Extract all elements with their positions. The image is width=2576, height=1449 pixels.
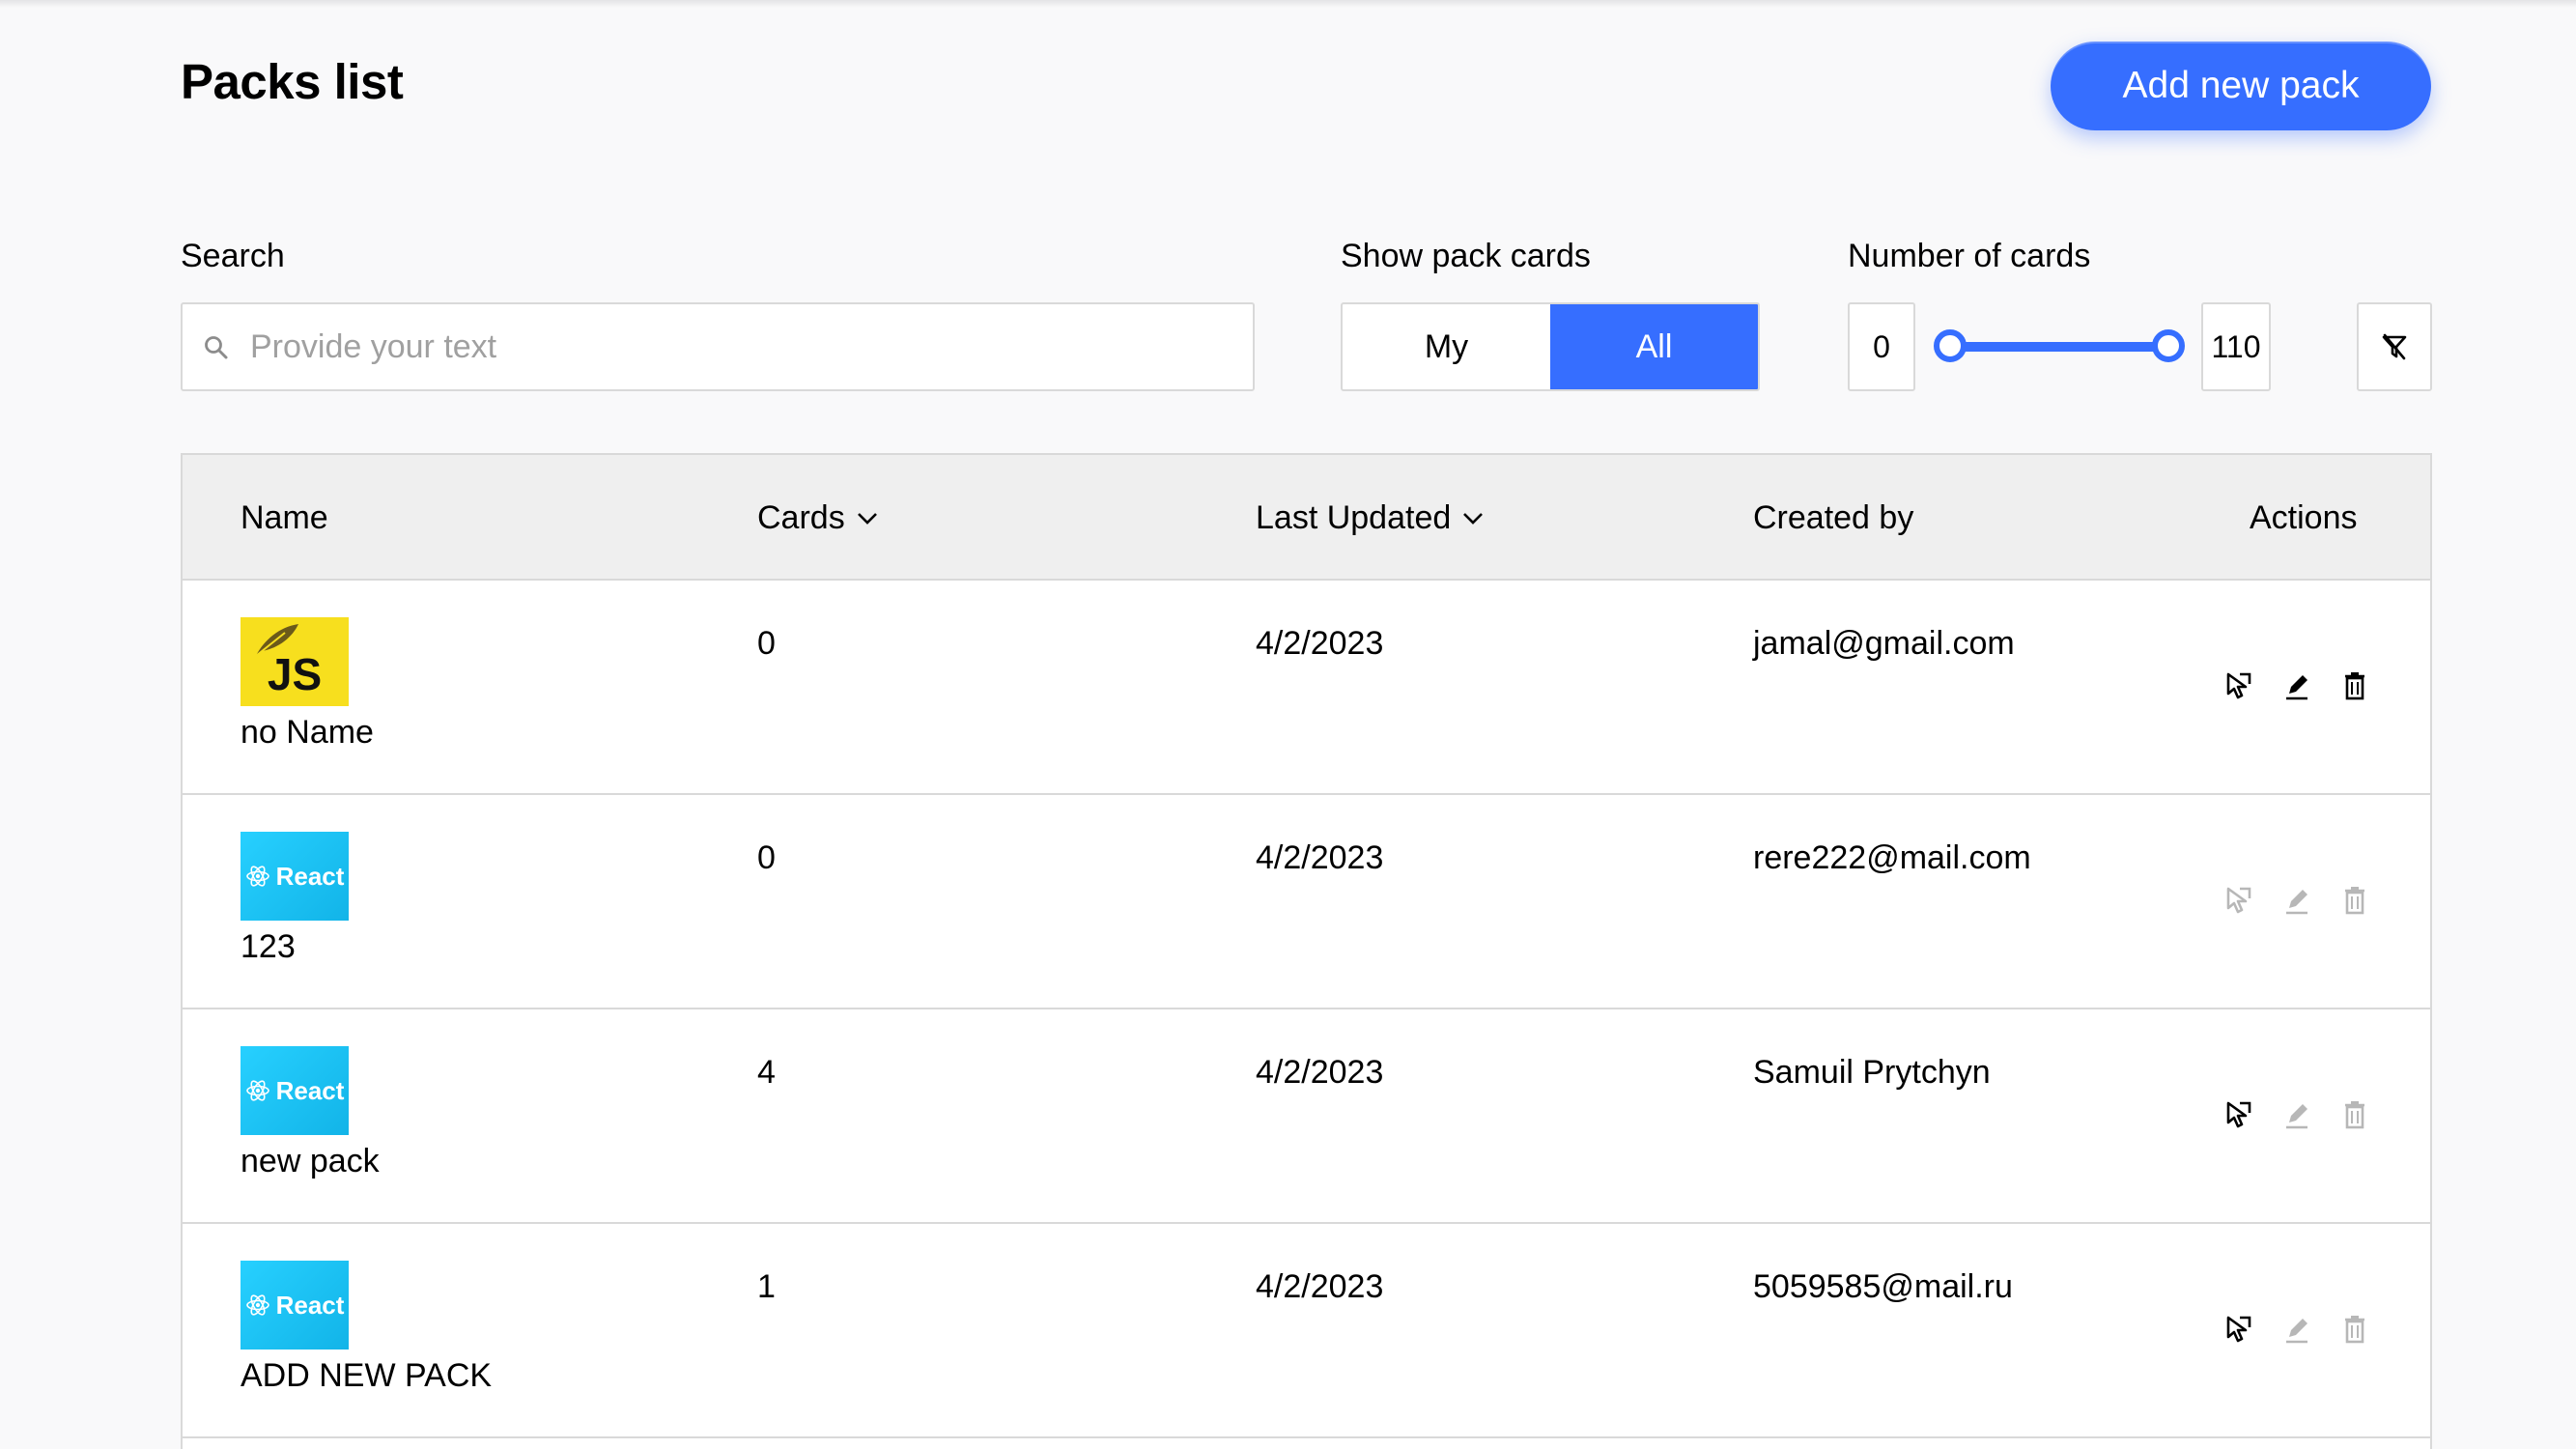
cards-count: 0 xyxy=(757,839,776,876)
react-logo-icon xyxy=(245,1080,269,1101)
learn-button[interactable] xyxy=(2222,668,2255,704)
chevron-down-icon xyxy=(857,512,877,525)
last-updated: 4/2/2023 xyxy=(1256,1054,1384,1091)
column-cards-label: Cards xyxy=(757,499,845,536)
column-created-label: Created by xyxy=(1753,499,1914,536)
learn-icon xyxy=(2226,1316,2251,1343)
learn-button[interactable] xyxy=(2222,882,2255,919)
table-header: Name Cards Last Updated Created by Actio… xyxy=(183,455,2430,581)
cover-text: React xyxy=(275,1290,345,1320)
pencil-icon xyxy=(2286,1104,2307,1129)
show-pack-cards-label: Show pack cards xyxy=(1341,238,1591,274)
pencil-icon xyxy=(2286,890,2307,915)
cover-text: React xyxy=(275,1075,345,1105)
delete-button[interactable] xyxy=(2338,1311,2371,1348)
search-input[interactable] xyxy=(250,306,1235,387)
row-actions xyxy=(2222,668,2371,704)
search-icon xyxy=(205,336,228,359)
slider-track xyxy=(1949,342,2169,352)
pack-name[interactable]: no Name xyxy=(241,714,374,752)
delete-button[interactable] xyxy=(2338,668,2371,704)
cards-count: 4 xyxy=(757,1054,776,1091)
packs-table: Name Cards Last Updated Created by Actio… xyxy=(181,453,2432,1449)
column-actions-label: Actions xyxy=(2250,499,2358,536)
pencil-icon xyxy=(2286,675,2307,700)
row-actions xyxy=(2222,882,2371,919)
pencil-icon xyxy=(2286,1319,2307,1344)
top-shadow xyxy=(0,0,2576,8)
column-cards[interactable]: Cards xyxy=(757,499,878,537)
table-row[interactable]: JS no Name 0 4/2/2023 jamal@gmail.com xyxy=(183,581,2430,795)
edit-button[interactable] xyxy=(2280,882,2313,919)
edit-button[interactable] xyxy=(2280,668,2313,704)
cards-count: 0 xyxy=(757,625,776,662)
learn-button[interactable] xyxy=(2222,1311,2255,1348)
cards-min-value[interactable]: 0 xyxy=(1848,302,1915,391)
row-actions xyxy=(2222,1096,2371,1133)
table-row[interactable]: React 123 0 4/2/2023 rere222@mail.com xyxy=(183,795,2430,1009)
search-field[interactable] xyxy=(181,302,1255,391)
pack-cover-react: React xyxy=(241,1046,349,1135)
created-by: rere222@mail.com xyxy=(1753,839,2031,876)
slider-max-handle[interactable] xyxy=(2152,329,2185,362)
delete-button[interactable] xyxy=(2338,882,2371,919)
learn-icon xyxy=(2226,672,2251,699)
pack-cover-react: React xyxy=(241,1261,349,1350)
last-updated: 4/2/2023 xyxy=(1256,625,1384,662)
cards-count: 1 xyxy=(757,1268,776,1305)
chevron-down-icon xyxy=(1463,512,1484,525)
learn-icon xyxy=(2226,1101,2251,1128)
table-row[interactable]: React ADD NEW PACK 1 4/2/2023 5059585@ma… xyxy=(183,1224,2430,1438)
created-by: jamal@gmail.com xyxy=(1753,625,2015,662)
column-actions: Actions xyxy=(2250,499,2358,537)
trash-icon xyxy=(2345,672,2364,700)
cards-range-slider[interactable] xyxy=(1934,327,2185,371)
edit-button[interactable] xyxy=(2280,1096,2313,1133)
pack-name[interactable]: 123 xyxy=(241,928,296,966)
cover-text: React xyxy=(275,861,345,891)
react-logo-icon xyxy=(245,1294,269,1316)
filter-off-icon xyxy=(2382,333,2407,360)
trash-icon xyxy=(2345,1316,2364,1344)
page-title: Packs list xyxy=(181,54,404,109)
add-new-pack-button[interactable]: Add new pack xyxy=(2051,42,2431,130)
column-last-updated[interactable]: Last Updated xyxy=(1256,499,1484,537)
react-logo-icon xyxy=(245,866,269,887)
trash-icon xyxy=(2345,887,2364,915)
last-updated: 4/2/2023 xyxy=(1256,1268,1384,1305)
learn-icon xyxy=(2226,887,2251,914)
table-row[interactable]: React new pack 4 4/2/2023 Samuil Prytchy… xyxy=(183,1009,2430,1224)
toggle-my-button[interactable]: My xyxy=(1343,304,1550,389)
pack-cover-js: JS xyxy=(241,617,349,706)
pack-name[interactable]: new pack xyxy=(241,1143,380,1180)
last-updated: 4/2/2023 xyxy=(1256,839,1384,876)
toggle-all-button[interactable]: All xyxy=(1550,304,1758,389)
delete-button[interactable] xyxy=(2338,1096,2371,1133)
pack-cover-react: React xyxy=(241,832,349,921)
column-name: Name xyxy=(241,499,328,537)
reset-filters-button[interactable] xyxy=(2357,302,2432,391)
created-by: 5059585@mail.ru xyxy=(1753,1268,2013,1305)
pack-name[interactable]: ADD NEW PACK xyxy=(241,1357,492,1395)
trash-icon xyxy=(2345,1101,2364,1129)
learn-button[interactable] xyxy=(2222,1096,2255,1133)
search-label: Search xyxy=(181,238,285,274)
edit-button[interactable] xyxy=(2280,1311,2313,1348)
row-actions xyxy=(2222,1311,2371,1348)
column-updated-label: Last Updated xyxy=(1256,499,1452,536)
show-pack-cards-toggle: My All xyxy=(1341,302,1760,391)
column-name-label: Name xyxy=(241,499,328,536)
cards-max-value[interactable]: 110 xyxy=(2201,302,2271,391)
number-of-cards-label: Number of cards xyxy=(1848,238,2091,274)
created-by: Samuil Prytchyn xyxy=(1753,1054,1991,1091)
cover-text: JS xyxy=(267,649,323,699)
column-created-by: Created by xyxy=(1753,499,1913,537)
slider-min-handle[interactable] xyxy=(1934,329,1967,362)
